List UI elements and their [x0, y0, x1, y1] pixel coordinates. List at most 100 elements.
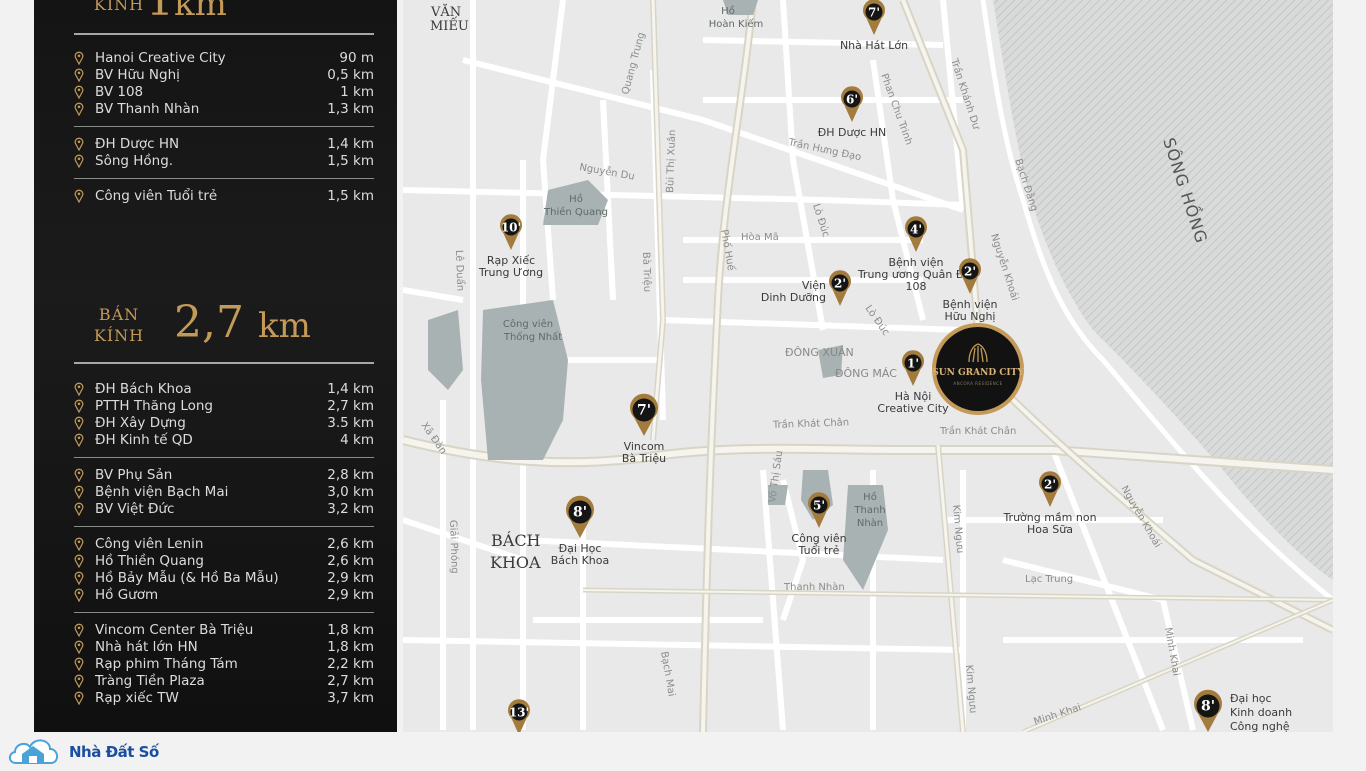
distance-row: Sông Hồng. 1,5 km	[74, 153, 374, 170]
distance-row: Hồ Gươm 2,9 km	[74, 587, 374, 604]
location-pin-icon	[74, 537, 84, 551]
location-pin-icon	[74, 588, 84, 602]
location-pin-icon	[74, 502, 84, 516]
location-pin-icon	[74, 571, 84, 585]
district-label: BÁCH	[491, 530, 541, 550]
map-marker-vien-dinh-duong[interactable]: 2'ViệnDinh Dưỡng	[761, 270, 851, 306]
place-name: ĐH Xây Dựng	[95, 415, 186, 431]
marker-number: 7'	[868, 6, 880, 20]
marker-number: 2'	[964, 265, 976, 279]
distance-row: BV Phụ Sản 2,8 km	[74, 467, 374, 484]
place-name: Bệnh viện Bạch Mai	[95, 484, 229, 500]
marker-label: Bà Triệu	[622, 452, 666, 465]
distance-row: BV Thanh Nhàn 1,3 km	[74, 101, 374, 118]
distance-row: Rạp phim Tháng Tám 2,2 km	[74, 656, 374, 673]
place-distance: 90 m	[339, 50, 374, 66]
marker-label: Hữu Nghị	[945, 310, 996, 323]
location-pin-icon	[74, 433, 84, 447]
location-pin-icon	[74, 554, 84, 568]
marker-number: 5'	[813, 499, 825, 513]
place-distance: 3.5 km	[327, 415, 374, 431]
place-name: Hồ Gươm	[95, 587, 159, 603]
distance-row: Công viên Tuổi trẻ 1,5 km	[74, 188, 374, 205]
place-distance: 4 km	[340, 432, 374, 448]
map[interactable]: VĂN MIẾU BÁCH KHOA ĐÔNG XUÂN ĐÔNG MÁC Hồ…	[403, 0, 1333, 732]
marker-label: Dinh Dưỡng	[761, 291, 826, 304]
map-marker-cv-tuoi-tre[interactable]: 5'Công viênTuổi trẻ	[791, 492, 847, 557]
location-pin-icon	[74, 468, 84, 482]
place-name: Tràng Tiền Plaza	[95, 673, 205, 689]
area-label: ĐÔNG XUÂN	[785, 346, 854, 359]
place-distance: 1,4 km	[327, 136, 374, 152]
place-distance: 2,9 km	[327, 587, 374, 603]
location-pin-icon	[74, 623, 84, 637]
place-name: BV Phụ Sản	[95, 467, 173, 483]
road-label: Lò Đúc	[810, 202, 832, 238]
place-distance: 2,9 km	[327, 570, 374, 586]
road-label: Minh Khai	[1033, 702, 1083, 728]
distance-row: BV Việt Đức 3,2 km	[74, 501, 374, 518]
road-label: Bạch Mai	[658, 651, 677, 698]
svg-text:SUN GRAND CITY: SUN GRAND CITY	[932, 368, 1024, 378]
distance-row: Công viên Lenin 2,6 km	[74, 536, 374, 553]
nhadatso-logo[interactable]: Nhà Đất Số	[6, 735, 166, 767]
group-divider	[74, 526, 374, 527]
place-name: BV 108	[95, 84, 144, 100]
district-label: KHOA	[490, 553, 541, 572]
map-marker-marker-13[interactable]: 13'	[508, 699, 530, 732]
place-name: Công viên Lenin	[95, 536, 204, 552]
location-pin-icon	[74, 691, 84, 705]
place-distance: 1,8 km	[327, 622, 374, 638]
marker-number: 6'	[846, 93, 858, 107]
road-label: Thanh Nhàn	[783, 581, 845, 593]
location-pin-icon	[74, 416, 84, 430]
place-distance: 2,7 km	[327, 398, 374, 414]
lake-label: Thống Nhất	[503, 331, 562, 343]
brand-name: Nhà Đất Số	[69, 743, 159, 761]
group-divider	[74, 612, 374, 613]
road-label: Trần Khát Chân	[939, 425, 1016, 437]
place-name: Rạp xiếc TW	[95, 690, 179, 706]
location-pin-icon	[74, 102, 84, 116]
district-label: MIẾU	[430, 16, 469, 34]
lake-label: Thiền Quang	[543, 206, 608, 218]
distance-row: Hồ Bảy Mẫu (& Hồ Ba Mẫu) 2,9 km	[74, 570, 374, 587]
place-name: ĐH Bách Khoa	[95, 381, 192, 397]
road-label: Giải Phóng	[447, 520, 461, 574]
place-name: ĐH Dược HN	[95, 136, 180, 152]
location-pin-icon	[74, 674, 84, 688]
marker-label: 108	[906, 280, 927, 293]
place-distance: 2,6 km	[327, 536, 374, 552]
place-name: Rạp phim Tháng Tám	[95, 656, 238, 672]
map-marker-vincom[interactable]: 7'VincomBà Triệu	[622, 393, 666, 465]
marker-number: 10'	[501, 221, 521, 235]
distance-row: Bệnh viện Bạch Mai 3,0 km	[74, 484, 374, 501]
place-name: Hanoi Creative City	[95, 50, 226, 66]
svg-text:ANCORA RESIDENCE: ANCORA RESIDENCE	[953, 381, 1002, 386]
road-label: Hòa Mã	[741, 231, 779, 243]
place-name: Nhà hát lớn HN	[95, 639, 198, 655]
distance-row: ĐH Bách Khoa 1,4 km	[74, 381, 374, 398]
place-distance: 2,7 km	[327, 673, 374, 689]
group-divider	[74, 178, 374, 179]
map-marker-dh-bach-khoa[interactable]: 8'Đại HọcBách Khoa	[551, 495, 609, 567]
area-label: ĐÔNG MÁC	[835, 367, 897, 380]
distance-row: BV Hữu Nghị 0,5 km	[74, 67, 374, 84]
road-label: Lạc Trung	[1025, 574, 1073, 585]
location-pin-icon	[74, 382, 84, 396]
marker-label: ĐH Dược HN	[818, 126, 887, 139]
map-marker-nha-hat-lon[interactable]: 7' Nhà Hát Lớn	[840, 0, 908, 52]
distance-row: Vincom Center Bà Triệu 1,8 km	[74, 622, 374, 639]
marker-number: 8'	[1201, 699, 1215, 715]
map-canvas: VĂN MIẾU BÁCH KHOA ĐÔNG XUÂN ĐÔNG MÁC Hồ…	[403, 0, 1333, 732]
place-name: Vincom Center Bà Triệu	[95, 622, 254, 638]
marker-number: 2'	[1044, 478, 1056, 492]
location-pin-icon	[74, 189, 84, 203]
map-marker-rap-xiec[interactable]: 10'Rạp XiếcTrung Ương	[478, 214, 543, 279]
distance-row: Hanoi Creative City 90 m	[74, 50, 374, 67]
marker-label: Bách Khoa	[551, 554, 609, 567]
road-label: Nguyễn Khoái	[1118, 483, 1164, 550]
map-marker-dh-kinh-doanh[interactable]: 8' Đại họcKinh doanhCông nghệ	[1194, 689, 1292, 732]
place-distance: 1,5 km	[327, 188, 374, 204]
distance-panel: KÍNH 1km BÁN KÍNH 2,7 km Hanoi Creative …	[34, 0, 397, 732]
